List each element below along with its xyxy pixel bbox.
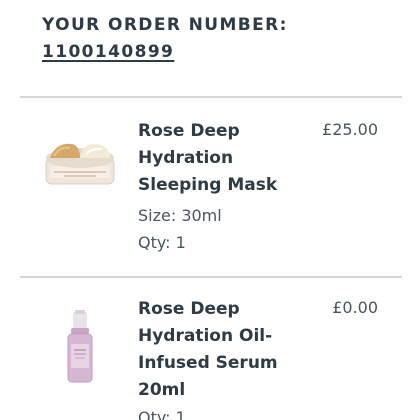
- product-size: Size: 30ml: [138, 206, 222, 225]
- product-quantity: Qty: 1: [138, 233, 186, 252]
- product-price: £0.00: [332, 298, 378, 317]
- order-number-link[interactable]: 1100140899: [42, 42, 174, 62]
- product-image-sleeping-mask: [40, 118, 120, 198]
- product-image-serum: [40, 306, 120, 386]
- order-item-sleeping-mask: Rose Deep Hydration Sleeping Mask £25.00…: [0, 98, 420, 276]
- order-number-heading: YOUR ORDER NUMBER: 1100140899: [42, 12, 402, 66]
- product-name[interactable]: Rose Deep Hydration Oil-Infused Serum 20…: [138, 296, 288, 404]
- product-name[interactable]: Rose Deep Hydration Sleeping Mask: [138, 118, 288, 199]
- order-number-label: YOUR ORDER NUMBER:: [42, 15, 288, 35]
- product-quantity: Qty: 1: [138, 408, 186, 420]
- product-price: £25.00: [322, 120, 378, 139]
- order-item-serum: Rose Deep Hydration Oil-Infused Serum 20…: [0, 278, 420, 420]
- order-summary-page: YOUR ORDER NUMBER: 1100140899 Rose Deep …: [0, 0, 420, 420]
